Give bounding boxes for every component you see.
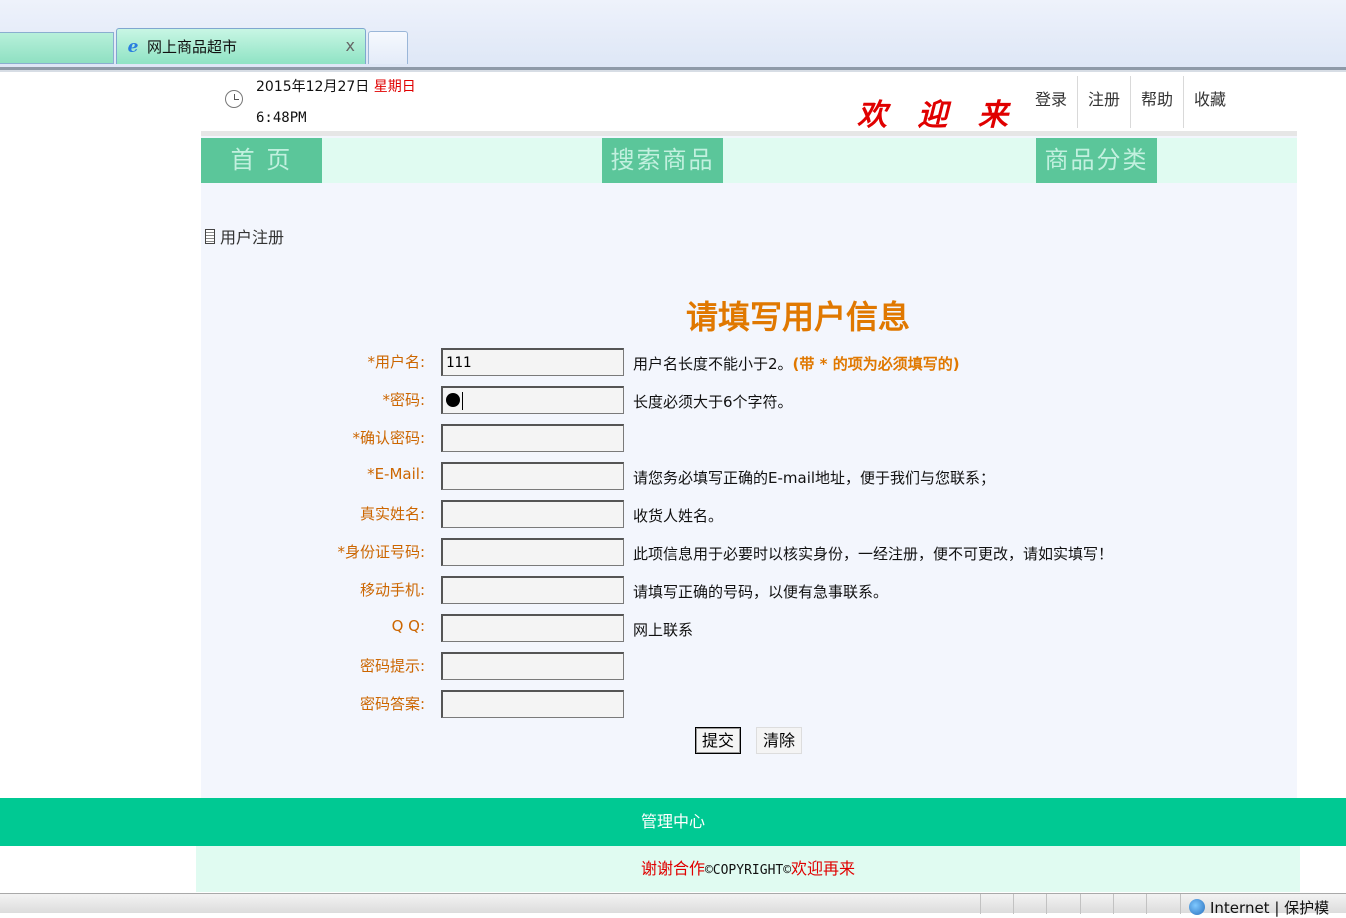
id-number-input[interactable] (441, 538, 624, 566)
confirm-password-input[interactable] (441, 424, 624, 452)
mobile-input[interactable] (441, 576, 624, 604)
username-label: *用户名: (367, 353, 425, 371)
form-row-id-number: *身份证号码: 此项信息用于必要时以核实身份，一经注册，便不可更改，请如实填写！ (201, 538, 1297, 568)
status-divider (1113, 894, 1114, 914)
qq-hint: 网上联系 (633, 621, 694, 639)
password-mask-dot (446, 393, 460, 407)
current-time: 6:48PM (256, 110, 307, 126)
tab-close-icon[interactable]: x (346, 36, 355, 55)
internet-explorer-icon: e (127, 36, 139, 57)
status-divider (1180, 894, 1181, 914)
status-divider (1046, 894, 1047, 914)
clear-button[interactable]: 清除 (756, 727, 803, 754)
copyright-text: ©COPYRIGHT© (704, 863, 792, 878)
form-row-username: *用户名: 用户名长度不能小于2。(带 * 的项为必须填写的) (201, 348, 1297, 378)
real-name-input[interactable] (441, 500, 624, 528)
username-hint: 用户名长度不能小于2。(带 * 的项为必须填写的) (633, 353, 960, 374)
required-note: (带 * 的项为必须填写的) (792, 355, 960, 373)
password-input[interactable] (441, 386, 624, 414)
password-answer-input[interactable] (441, 690, 624, 718)
top-links: 登录 注册 帮助 收藏 (1025, 76, 1236, 128)
page-content: 2015年12月27日 星期日 6:48PM 欢 迎 来 到 登录 注册 帮助 … (201, 74, 1297, 798)
new-tab-button[interactable] (368, 31, 408, 64)
email-label: *E-Mail: (367, 465, 425, 483)
email-input[interactable] (441, 462, 624, 490)
welcome-marquee: 欢 迎 来 到 (857, 98, 1032, 132)
favorite-link[interactable]: 收藏 (1183, 76, 1236, 128)
breadcrumb: 用户注册 (205, 224, 284, 248)
clock-icon (225, 90, 243, 108)
login-link[interactable]: 登录 (1025, 76, 1077, 128)
status-divider (980, 894, 981, 914)
form-row-real-name: 真实姓名: 收货人姓名。 (201, 500, 1297, 530)
nav-home[interactable]: 首 页 (201, 138, 322, 183)
password-question-label: 密码提示: (359, 657, 425, 675)
confirm-password-label: *确认密码: (352, 429, 425, 447)
qq-input[interactable] (441, 614, 624, 642)
help-link[interactable]: 帮助 (1130, 76, 1183, 128)
chrome-divider-light (0, 70, 1346, 72)
browser-tab-previous[interactable] (0, 32, 114, 64)
footer-copyright: 谢谢合作©COPYRIGHT©欢迎再来 (196, 846, 1300, 892)
id-number-hint: 此项信息用于必要时以核实身份，一经注册，便不可更改，请如实填写！ (633, 545, 1114, 563)
browser-tabstrip: e 网上商品超市 x (0, 0, 1346, 70)
status-divider (1013, 894, 1014, 914)
date-value: 2015年12月27日 (256, 79, 370, 95)
current-date: 2015年12月27日 星期日 (256, 76, 416, 96)
register-link[interactable]: 注册 (1077, 76, 1130, 128)
mobile-hint: 请填写正确的号码，以便有急事联系。 (633, 583, 889, 601)
nav-product-categories[interactable]: 商品分类 (1036, 138, 1157, 183)
weekday-value: 星期日 (373, 79, 416, 95)
id-number-label: *身份证号码: (337, 543, 425, 561)
username-input[interactable] (441, 348, 624, 376)
top-bar: 2015年12月27日 星期日 6:48PM 欢 迎 来 到 登录 注册 帮助 … (201, 74, 1297, 136)
password-answer-label: 密码答案: (359, 695, 425, 713)
document-icon (205, 228, 215, 244)
text-caret (462, 392, 463, 410)
main-nav: 首 页 搜索商品 商品分类 (201, 138, 1297, 183)
form-row-confirm-password: *确认密码: (201, 424, 1297, 454)
status-divider (1146, 894, 1147, 914)
password-label: *密码: (382, 391, 425, 409)
password-hint: 长度必须大于6个字符。 (633, 393, 793, 411)
copyright-thanks: 谢谢合作 (640, 859, 705, 878)
form-row-password-hint: 密码提示: (201, 652, 1297, 682)
form-row-password-answer: 密码答案: (201, 690, 1297, 720)
admin-center-link[interactable]: 管理中心 (641, 812, 705, 831)
footer-admin-bar: 管理中心 (0, 798, 1346, 846)
username-hint-text: 用户名长度不能小于2。 (633, 355, 793, 373)
browser-tab-title: 网上商品超市 (147, 38, 238, 56)
real-name-hint: 收货人姓名。 (633, 507, 724, 525)
status-divider (1080, 894, 1081, 914)
security-zone[interactable]: Internet | 保护模 (1210, 897, 1329, 918)
qq-label: Q Q: (391, 617, 425, 635)
nav-search-products[interactable]: 搜索商品 (602, 138, 723, 183)
password-question-input[interactable] (441, 652, 624, 680)
form-row-password: *密码: 长度必须大于6个字符。 (201, 386, 1297, 416)
email-hint: 请您务必填写正确的E-mail地址，便于我们与您联系； (633, 469, 996, 487)
browser-status-bar: Internet | 保护模 (0, 893, 1346, 917)
breadcrumb-label: 用户注册 (220, 228, 285, 247)
copyright-welcome: 欢迎再来 (791, 859, 856, 878)
form-row-mobile: 移动手机: 请填写正确的号码，以便有急事联系。 (201, 576, 1297, 606)
form-row-email: *E-Mail: 请您务必填写正确的E-mail地址，便于我们与您联系； (201, 462, 1297, 492)
form-row-qq: Q Q: 网上联系 (201, 614, 1297, 644)
browser-tab-active[interactable]: e 网上商品超市 x (116, 28, 366, 64)
form-title: 请填写用户信息 (685, 298, 910, 336)
real-name-label: 真实姓名: (359, 505, 425, 523)
submit-button[interactable]: 提交 (695, 727, 742, 754)
mobile-label: 移动手机: (359, 581, 425, 599)
